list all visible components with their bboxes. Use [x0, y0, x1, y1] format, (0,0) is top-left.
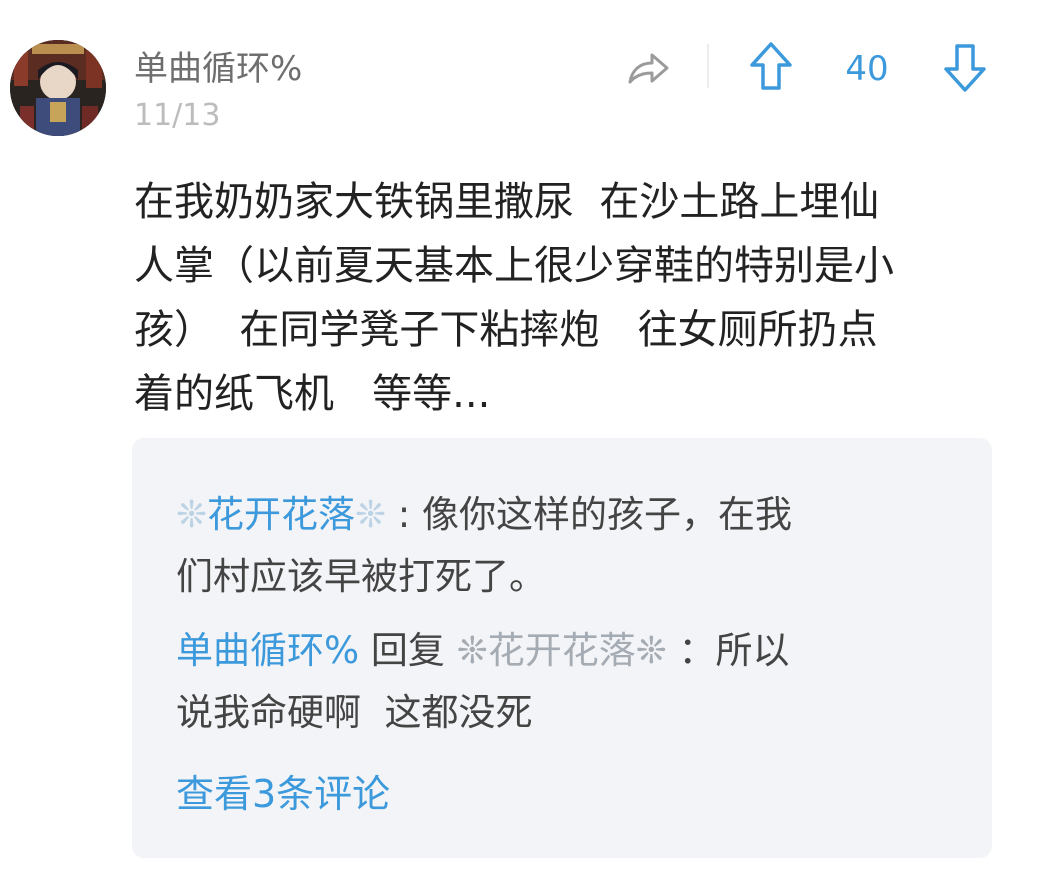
post-date: 11/13	[134, 98, 221, 133]
reply-line: 们村应该早被打死了。	[176, 555, 546, 598]
reply-target-text: 花开花落	[487, 629, 636, 672]
reply-line: ❊花开花落❊ : 像你这样的孩子，在我	[176, 484, 976, 546]
reply-text: 像你这样的孩子，在我	[422, 493, 793, 536]
arrow-down-icon[interactable]	[942, 40, 988, 94]
reply-author-text: 花开花落	[207, 493, 356, 536]
avatar[interactable]	[10, 40, 106, 136]
post-text-line: 人掌（以前夏天基本上很少穿鞋的特别是小	[134, 243, 894, 289]
flower-icon: ❊	[635, 629, 667, 672]
action-divider	[707, 44, 709, 88]
share-icon[interactable]	[624, 44, 672, 92]
reply-preview-box[interactable]: ❊花开花落❊ : 像你这样的孩子，在我 们村应该早被打死了。 单曲循环% 回复 …	[132, 438, 992, 858]
reply-author-name[interactable]: 单曲循环%	[176, 629, 359, 672]
avatar-image	[10, 40, 106, 136]
post-text-line: 着的纸飞机 等等...	[134, 371, 491, 417]
reply-separator: :	[386, 493, 423, 536]
reply-keyword: 回复	[359, 629, 457, 672]
flower-icon: ❊	[176, 493, 208, 536]
vote-count: 40	[845, 49, 889, 89]
reply-item[interactable]: ❊花开花落❊ : 像你这样的孩子，在我 们村应该早被打死了。	[176, 484, 976, 608]
post-author-name[interactable]: 单曲循环%	[134, 44, 302, 94]
reply-line: 说我命硬啊 这都没死	[176, 691, 533, 734]
arrow-up-icon[interactable]	[748, 40, 794, 94]
reply-line: 单曲循环% 回复 ❊花开花落❊ ：所以	[176, 620, 976, 682]
post-content: 在我奶奶家大铁锅里撒尿 在沙土路上埋仙 人掌（以前夏天基本上很少穿鞋的特别是小 …	[134, 170, 1014, 426]
reply-separator: ：	[666, 629, 716, 672]
view-more-comments-link[interactable]: 查看3条评论	[176, 768, 390, 820]
reply-target-name[interactable]: ❊花开花落❊	[457, 629, 667, 672]
reply-text: 所以	[715, 629, 790, 672]
reply-author-name[interactable]: ❊花开花落❊	[176, 493, 386, 536]
post-text-line: 孩） 在同学凳子下粘摔炮 往女厕所扔点	[134, 307, 878, 353]
reply-item[interactable]: 单曲循环% 回复 ❊花开花落❊ ：所以 说我命硬啊 这都没死	[176, 620, 976, 744]
flower-icon: ❊	[456, 629, 488, 672]
post-text-line: 在我奶奶家大铁锅里撒尿 在沙土路上埋仙	[134, 179, 880, 225]
flower-icon: ❊	[355, 493, 387, 536]
